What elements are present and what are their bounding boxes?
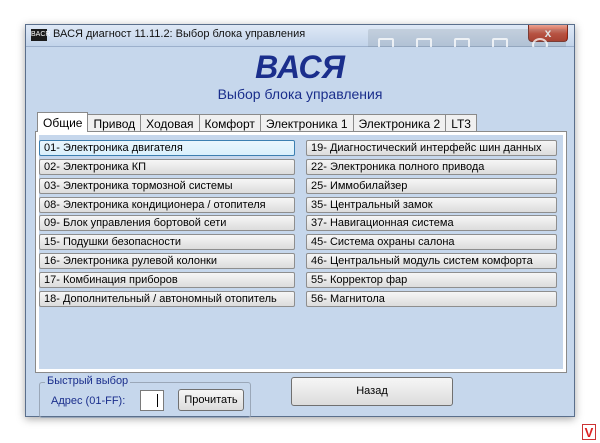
address-input[interactable]: [140, 390, 164, 411]
module-button[interactable]: 25- Иммобилайзер: [306, 177, 557, 194]
app-title: ВАСЯ: [255, 49, 345, 85]
module-column-right: 19- Диагностический интерфейс шин данных…: [306, 140, 557, 310]
address-label: Адрес (01-FF):: [51, 395, 126, 407]
module-button[interactable]: 16- Электроника рулевой колонки: [39, 253, 295, 270]
module-button[interactable]: 22- Электроника полного привода: [306, 158, 557, 175]
quick-select-group: Быстрый выбор Адрес (01-FF): Прочитать: [39, 375, 251, 418]
module-button[interactable]: 46- Центральный модуль систем комфорта: [306, 253, 557, 270]
tab-bar: Общие Привод Ходовая Комфорт Электроника…: [37, 112, 477, 132]
page-subtitle: Выбор блока управления: [217, 86, 383, 102]
tab-lt3[interactable]: LT3: [445, 114, 477, 132]
module-button[interactable]: 08- Электроника кондиционера / отопителя: [39, 196, 295, 213]
module-button[interactable]: 18- Дополнительный / автономный отопител…: [39, 290, 295, 307]
module-button[interactable]: 35- Центральный замок: [306, 196, 557, 213]
module-button[interactable]: 55- Корректор фар: [306, 271, 557, 288]
tab-electronics-1[interactable]: Электроника 1: [259, 114, 354, 132]
module-button[interactable]: 56- Магнитола: [306, 290, 557, 307]
module-button[interactable]: 45- Система охраны салона: [306, 234, 557, 251]
module-button[interactable]: 09- Блок управления бортовой сети: [39, 215, 295, 232]
module-button[interactable]: 01- Электроника двигателя: [39, 140, 295, 156]
tab-general[interactable]: Общие: [37, 112, 89, 132]
tab-comfort[interactable]: Комфорт: [198, 114, 261, 132]
tab-electronics-2[interactable]: Электроника 2: [352, 114, 447, 132]
module-button[interactable]: 37- Навигационная система: [306, 215, 557, 232]
read-button[interactable]: Прочитать: [178, 389, 244, 411]
watermark-logo: V: [582, 424, 596, 440]
module-button[interactable]: 19- Диагностический интерфейс шин данных: [306, 140, 557, 156]
tab-panel: 01- Электроника двигателя 02- Электроник…: [35, 131, 567, 373]
window-title: ВАСЯ диагност 11.11.2: Выбор блока управ…: [53, 28, 306, 40]
client-area: ВАСЯ Выбор блока управления Общие Привод…: [31, 47, 569, 418]
app-icon: BACR: [31, 29, 50, 41]
module-button[interactable]: 02- Электроника КП: [39, 158, 295, 175]
quick-select-legend: Быстрый выбор: [45, 375, 131, 387]
back-button[interactable]: Назад: [291, 377, 453, 406]
module-list-area: 01- Электроника двигателя 02- Электроник…: [39, 135, 563, 369]
module-column-left: 01- Электроника двигателя 02- Электроник…: [39, 140, 295, 310]
tab-chassis[interactable]: Ходовая: [140, 114, 200, 132]
module-button[interactable]: 03- Электроника тормозной системы: [39, 177, 295, 194]
main-window: BACR ВАСЯ диагност 11.11.2: Выбор блока …: [25, 24, 575, 418]
module-button[interactable]: 17- Комбинация приборов: [39, 271, 295, 288]
tab-drive[interactable]: Привод: [87, 114, 142, 132]
module-button[interactable]: 15- Подушки безопасности: [39, 234, 295, 251]
text-caret: [157, 394, 158, 407]
